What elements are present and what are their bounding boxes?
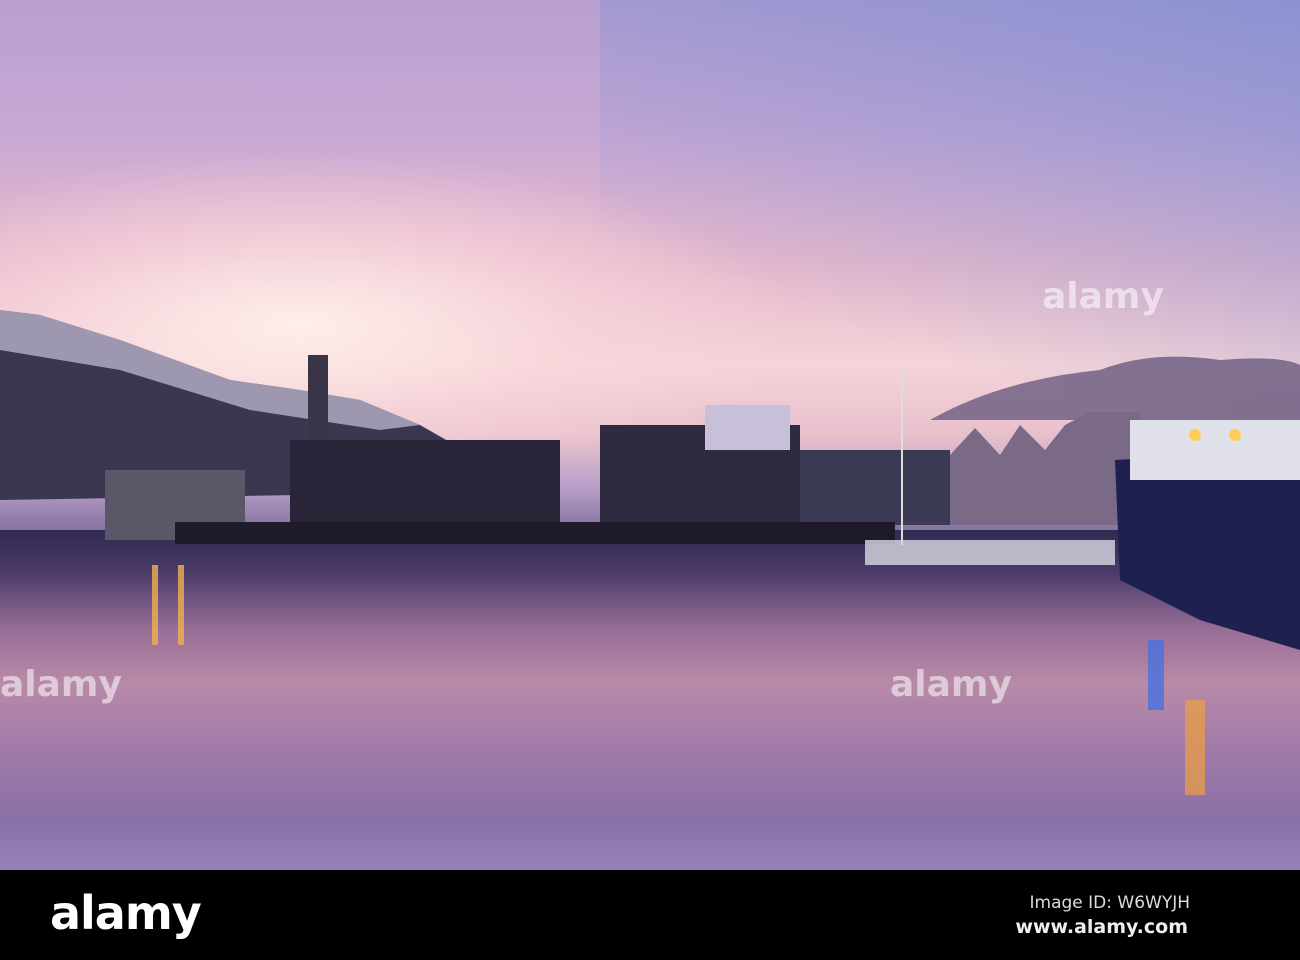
watermark: alamy xyxy=(1042,276,1164,317)
site-url: www.alamy.com xyxy=(1015,916,1188,938)
harbour-scene xyxy=(0,310,1300,795)
alamy-logo: alamy xyxy=(50,886,202,940)
harbour-photo: alamy alamy alamy xyxy=(0,0,1300,870)
light xyxy=(1229,429,1241,441)
building-white xyxy=(705,405,790,450)
image-id: Image ID: W6WYJH xyxy=(1029,893,1191,913)
reflection xyxy=(1185,700,1205,795)
reflection xyxy=(178,565,184,645)
vessel-cabin xyxy=(1130,420,1300,480)
reflection xyxy=(1148,640,1164,710)
building-hotel xyxy=(290,440,560,525)
reflection xyxy=(152,565,158,645)
wooden-houses xyxy=(950,412,1140,525)
quay xyxy=(175,522,895,544)
boats xyxy=(865,540,1115,565)
watermark: alamy xyxy=(0,664,122,705)
cloud xyxy=(930,356,1300,420)
light xyxy=(1189,429,1201,441)
building-right xyxy=(800,450,950,525)
watermark: alamy xyxy=(890,664,1012,705)
